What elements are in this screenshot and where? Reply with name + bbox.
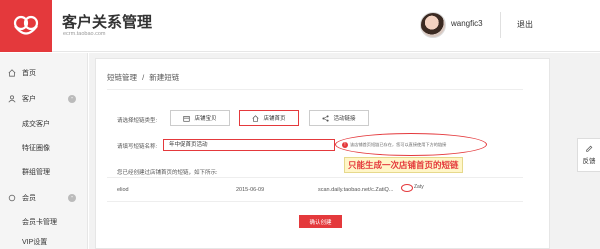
breadcrumb-current: 新建短链 — [149, 73, 180, 82]
confirm-create-button[interactable]: 确认创建 — [299, 215, 342, 228]
name-label: 请填写短链名称: — [117, 144, 158, 150]
sidebar-item-label: 会员卡管理 — [22, 219, 57, 226]
sidebar-item-feature-portrait[interactable]: 特征圈像 — [0, 139, 88, 157]
edit-icon — [586, 145, 593, 152]
divider — [107, 201, 523, 202]
sidebar-item-label: 特征圈像 — [22, 145, 50, 152]
annotation-note: 只能生成一次店铺首页的短链 — [344, 157, 463, 173]
sidebar-item-label: 客户 — [22, 96, 36, 103]
username[interactable]: wangfic3 — [451, 19, 483, 28]
feedback-button[interactable]: 反馈 — [577, 138, 600, 172]
breadcrumb: 短链管理 / 新建短链 — [107, 72, 179, 83]
app-title: 客户关系管理 — [62, 14, 153, 31]
link-date-cell: 2015-06-09 — [236, 187, 265, 193]
logout-link[interactable]: 退出 — [517, 19, 533, 30]
collapse-icon[interactable]: - — [68, 194, 76, 202]
top-header: 客户关系管理 ecrm.taobao.com wangfic3 退出 — [0, 0, 600, 52]
error-icon: ! — [342, 142, 348, 148]
sidebar-item-label: 会员 — [22, 195, 36, 202]
user-icon — [8, 95, 16, 103]
app-subtitle: ecrm.taobao.com — [63, 31, 106, 37]
avatar[interactable] — [420, 12, 446, 38]
home-icon — [8, 69, 16, 77]
sidebar-item-group-management[interactable]: 群组管理 — [0, 163, 88, 181]
error-message: 该店铺首页短链已存在，您可以直接使用下方的链接 — [350, 142, 447, 147]
home-icon — [252, 114, 260, 122]
app-logo[interactable] — [0, 0, 52, 52]
divider — [107, 177, 523, 178]
collapse-icon[interactable]: - — [68, 95, 76, 103]
sidebar-item-label: 成交客户 — [22, 121, 50, 128]
feedback-label: 反馈 — [582, 158, 596, 165]
copy-highlight — [401, 184, 413, 192]
sidebar-item-label: 群组管理 — [22, 169, 50, 176]
divider — [107, 89, 523, 90]
sidebar-item-label: VIP设置 — [22, 239, 48, 246]
sidebar: 首页 客户 - 成交客户 特征圈像 群组管理 会员 - 会员卡管理 VIP设置 — [0, 53, 88, 249]
link-url-cell[interactable]: scan.daily.taobao.net/c.ZatiQ... — [318, 187, 393, 193]
type-option-activity[interactable]: 活动链接 — [309, 110, 369, 126]
logo-icon — [13, 15, 39, 35]
type-option-item[interactable]: 店铺宝贝 — [170, 110, 230, 126]
generated-description: 您已经创建过店铺首页的短链，如下所示: — [117, 170, 218, 176]
member-icon — [8, 194, 16, 202]
sidebar-item-home[interactable]: 首页 — [0, 64, 88, 82]
type-option-label: 活动链接 — [333, 116, 356, 122]
sidebar-item-label: 首页 — [22, 70, 36, 77]
breadcrumb-parent[interactable]: 短链管理 — [107, 73, 137, 82]
type-option-shop-home[interactable]: 店铺首页 — [239, 110, 299, 126]
calendar-icon — [183, 115, 191, 122]
header-divider — [500, 12, 501, 38]
link-name-cell: eliod — [117, 187, 129, 193]
share-icon — [322, 114, 330, 122]
sidebar-item-member-card[interactable]: 会员卡管理 — [0, 213, 88, 231]
type-option-label: 店铺宝贝 — [194, 116, 217, 122]
type-label: 请选择短链类型: — [117, 118, 158, 124]
sidebar-item-member[interactable]: 会员 - — [0, 189, 88, 207]
link-name-input[interactable]: 年中促首页活动 — [163, 139, 335, 151]
sidebar-item-customer[interactable]: 客户 - — [0, 90, 88, 108]
sidebar-item-deal-customers[interactable]: 成交客户 — [0, 115, 88, 133]
sidebar-item-vip-settings[interactable]: VIP设置 — [0, 233, 88, 249]
breadcrumb-separator: / — [142, 73, 145, 82]
type-option-label: 店铺首页 — [263, 116, 286, 122]
copy-link[interactable]: Zaty — [414, 184, 424, 190]
